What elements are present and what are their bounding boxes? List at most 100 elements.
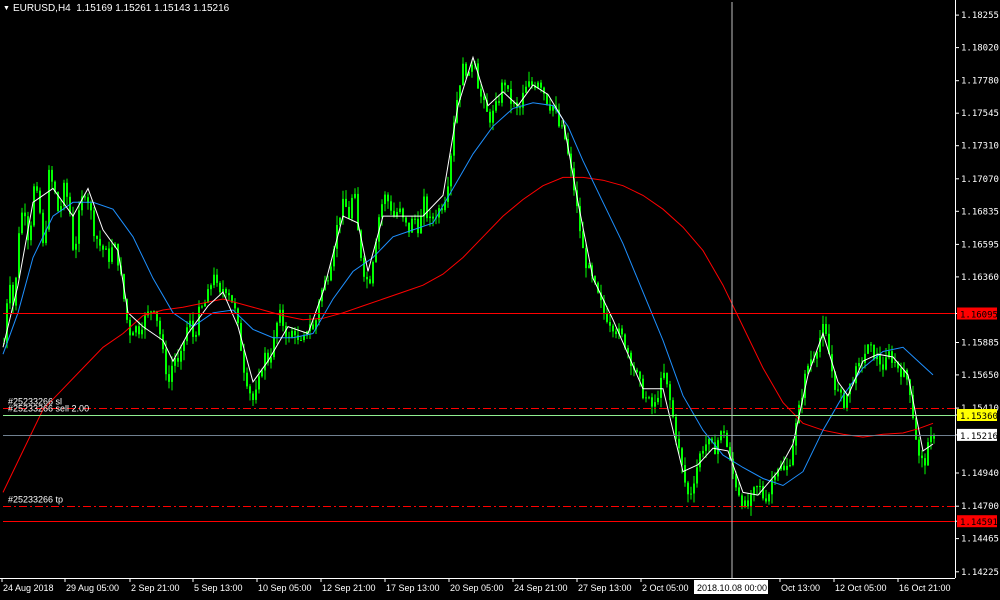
- candle-body: [243, 350, 245, 373]
- candle-body: [252, 393, 254, 400]
- price-tick-label: 1.18255: [961, 11, 999, 21]
- candle-body: [882, 364, 884, 370]
- candle-body: [741, 495, 743, 507]
- candle-body: [72, 214, 74, 250]
- time-tick-label: 16 Oct 21:00: [899, 583, 951, 593]
- time-tick-label: 27 Sep 13:00: [578, 583, 632, 593]
- candle-body: [264, 352, 266, 371]
- candle-body: [204, 302, 206, 307]
- time-tick-label: 24 Aug 2018: [3, 583, 54, 593]
- price-tick-label: 1.17070: [961, 175, 999, 185]
- time-tick-label: 12 Sep 21:00: [322, 583, 376, 593]
- candle-body: [450, 155, 452, 187]
- candle-body: [489, 111, 491, 123]
- candle-body: [510, 89, 512, 104]
- candle-body: [528, 81, 530, 87]
- candle-body: [759, 486, 761, 487]
- chart-title[interactable]: ▼ EURUSD,H4 1.15169 1.15261 1.15143 1.152…: [3, 3, 229, 14]
- crosshair-time-label: 2018.10.08 00:00: [697, 583, 767, 593]
- candle-body: [246, 372, 248, 387]
- candle-body: [708, 438, 710, 445]
- candle-body: [195, 334, 197, 337]
- triangle-down-icon[interactable]: ▼: [3, 5, 10, 12]
- candle-body: [885, 357, 887, 370]
- candle-body: [900, 368, 902, 377]
- candle-body: [297, 335, 299, 340]
- candle-body: [585, 248, 587, 269]
- candle-body: [177, 358, 179, 362]
- candle-body: [498, 101, 500, 103]
- candle-body: [369, 279, 371, 284]
- price-label-highlight: 1.15360: [960, 412, 998, 422]
- candle-body: [588, 265, 590, 268]
- price-tick-label: 1.18020: [961, 44, 999, 54]
- candle-body: [747, 500, 749, 507]
- candle-body: [846, 394, 848, 408]
- candle-body: [291, 330, 293, 338]
- price-label-highlight: 1.14591: [960, 518, 998, 528]
- candle-body: [201, 306, 203, 308]
- candle-body: [663, 372, 665, 378]
- candle-body: [873, 344, 875, 360]
- candle-body: [138, 326, 140, 335]
- candle-body: [90, 203, 92, 211]
- candle-body: [858, 363, 860, 367]
- price-tick-label: 1.16360: [961, 273, 999, 283]
- candle-body: [366, 276, 368, 280]
- candle-body: [519, 107, 521, 109]
- candle-body: [165, 349, 167, 375]
- candle-body: [105, 248, 107, 250]
- candle-body: [417, 218, 419, 234]
- candle-body: [312, 324, 314, 330]
- candle-body: [234, 302, 236, 309]
- candle-body: [429, 216, 431, 219]
- candle-body: [159, 320, 161, 335]
- time-tick-label: 10 Sep 05:00: [258, 583, 312, 593]
- candle-body: [96, 236, 98, 239]
- candle-body: [6, 303, 8, 344]
- candle-body: [156, 311, 158, 321]
- candle-body: [690, 493, 692, 495]
- candle-body: [426, 196, 428, 219]
- candle-body: [462, 63, 464, 86]
- price-label-highlight: 1.15216: [960, 432, 998, 442]
- candle-body: [879, 355, 881, 365]
- candle-body: [687, 482, 689, 495]
- time-tick-label: 5 Sep 13:00: [194, 583, 243, 593]
- candle-body: [261, 370, 263, 377]
- candle-body: [75, 243, 77, 250]
- candle-body: [447, 186, 449, 202]
- time-tick-label: 17 Sep 13:00: [386, 583, 440, 593]
- candle-body: [66, 182, 68, 197]
- candle-body: [432, 216, 434, 219]
- candle-body: [651, 397, 653, 407]
- candle-body: [684, 465, 686, 483]
- candle-body: [282, 309, 284, 326]
- candle-body: [753, 487, 755, 495]
- time-tick-label: 20 Sep 05:00: [450, 583, 504, 593]
- candle-body: [93, 210, 95, 237]
- candle-body: [9, 284, 11, 304]
- time-tick-label: 2 Sep 21:00: [131, 583, 180, 593]
- candle-body: [213, 274, 215, 286]
- candle-body: [420, 216, 422, 234]
- price-tick-label: 1.14700: [961, 502, 999, 512]
- price-chart[interactable]: #25233266 sl#25233266 sell 2.00#25233266…: [0, 0, 1000, 600]
- candle-body: [765, 498, 767, 502]
- candle-body: [132, 332, 134, 336]
- candle-body: [30, 225, 32, 241]
- candle-body: [870, 344, 872, 346]
- time-tick-label: 12 Oct 05:00: [835, 583, 887, 593]
- candle-body: [471, 64, 473, 72]
- candle-body: [933, 435, 935, 439]
- time-tick-label: 29 Aug 05:00: [66, 583, 119, 593]
- candle-body: [927, 442, 929, 466]
- price-tick-label: 1.14465: [961, 535, 999, 545]
- candle-body: [774, 476, 776, 480]
- candle-body: [414, 218, 416, 220]
- candle-body: [342, 198, 344, 218]
- candle-body: [867, 344, 869, 354]
- candle-body: [921, 455, 923, 459]
- candle-body: [48, 169, 50, 230]
- price-tick-label: 1.17780: [961, 77, 999, 87]
